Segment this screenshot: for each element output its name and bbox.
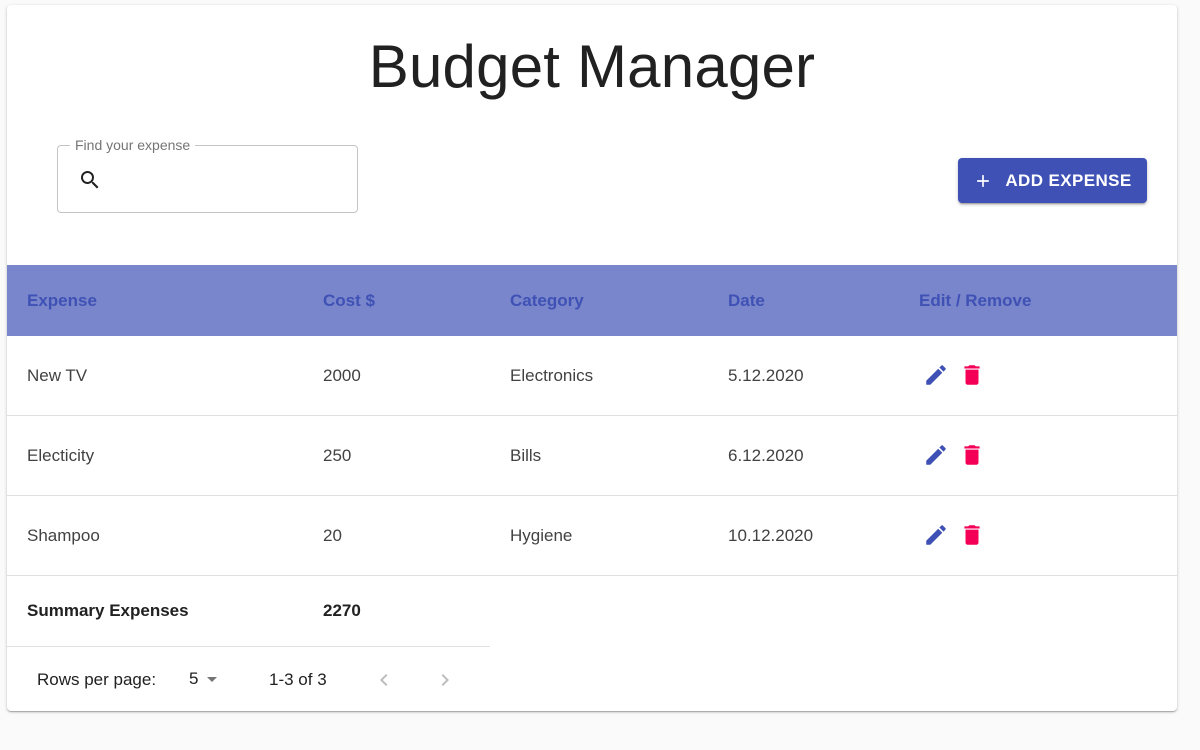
chevron-right-icon[interactable]: [433, 668, 457, 692]
trash-icon: [964, 445, 980, 465]
rows-per-page-label: Rows per page:: [37, 670, 157, 689]
cell-expense: New TV: [27, 366, 88, 385]
remove-button[interactable]: [959, 522, 985, 548]
header-category: Category: [510, 291, 584, 310]
table-row: Shampoo 20 Hygiene 10.12.2020: [7, 496, 1177, 576]
rows-per-page-value: 5: [189, 669, 199, 688]
cell-cost: 20: [323, 526, 342, 545]
rows-per-page-select[interactable]: 5: [189, 667, 224, 691]
pagination: Rows per page: 5 1-3 of 3: [7, 647, 490, 711]
row-actions: [923, 522, 985, 548]
search-icon: [81, 171, 99, 189]
edit-button[interactable]: [923, 522, 949, 548]
pencil-icon: [926, 445, 946, 465]
cell-date: 5.12.2020: [728, 366, 804, 385]
pencil-icon: [926, 365, 946, 385]
remove-button[interactable]: [959, 362, 985, 388]
summary-row: Summary Expenses 2270: [7, 576, 490, 647]
edit-button[interactable]: [923, 362, 949, 388]
remove-button[interactable]: [959, 442, 985, 468]
search-input[interactable]: [116, 164, 350, 196]
add-expense-button[interactable]: ADD EXPENSE: [958, 158, 1147, 203]
summary-total: 2270: [323, 601, 361, 620]
row-actions: [923, 442, 985, 468]
cell-cost: 250: [323, 446, 352, 465]
chevron-left-icon[interactable]: [372, 668, 396, 692]
pencil-icon: [926, 525, 946, 545]
table-row: Electicity 250 Bills 6.12.2020: [7, 416, 1177, 496]
cell-expense: Electicity: [27, 446, 95, 465]
search-field[interactable]: Find your expense: [57, 137, 358, 213]
table-row: New TV 2000 Electronics 5.12.2020: [7, 336, 1177, 416]
expenses-table: Expense Cost $ Category Date Edit / Remo…: [7, 265, 1177, 711]
summary-label: Summary Expenses: [27, 601, 189, 620]
cell-category: Bills: [510, 446, 542, 465]
search-label: Find your expense: [70, 137, 196, 153]
trash-icon: [964, 365, 980, 385]
add-expense-label: ADD EXPENSE: [1005, 170, 1132, 190]
header-date: Date: [728, 291, 765, 310]
trash-icon: [964, 525, 980, 545]
edit-button[interactable]: [923, 442, 949, 468]
cell-date: 6.12.2020: [728, 446, 804, 465]
cell-date: 10.12.2020: [728, 526, 814, 545]
caret-down-icon: [207, 677, 218, 682]
cell-expense: Shampoo: [27, 526, 100, 545]
plus-icon: [977, 174, 990, 187]
table-header: Expense Cost $ Category Date Edit / Remo…: [7, 265, 1177, 336]
page-range-info: 1-3 of 3: [269, 670, 327, 689]
page-title: Budget Manager: [368, 33, 816, 100]
cell-category: Hygiene: [510, 526, 573, 545]
header-expense: Expense: [27, 291, 97, 310]
row-actions: [923, 362, 985, 388]
cell-cost: 2000: [323, 366, 361, 385]
header-cost: Cost $: [323, 291, 375, 310]
budget-manager-card: Budget Manager Find your expense ADD EXP…: [7, 5, 1177, 711]
header-edit-remove: Edit / Remove: [919, 291, 1032, 310]
cell-category: Electronics: [510, 366, 594, 385]
